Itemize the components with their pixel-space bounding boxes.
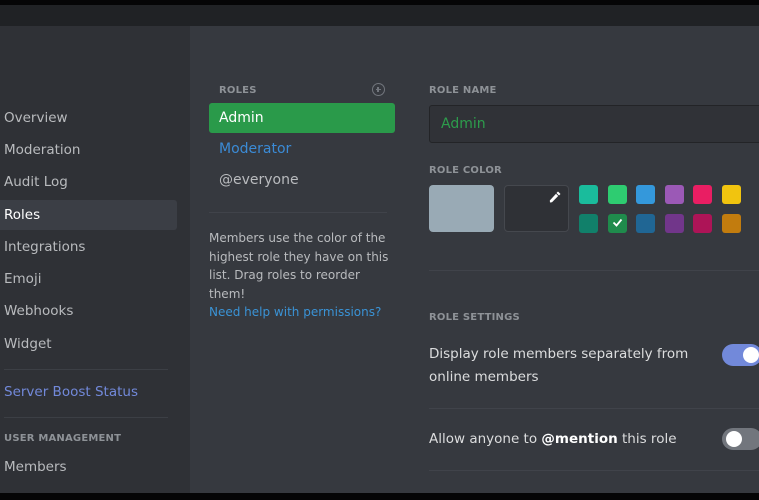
sidebar-item-widget[interactable]: Widget xyxy=(0,329,177,359)
role-name-label: ROLE NAME xyxy=(429,85,497,96)
user-management-header: USER MANAGEMENT xyxy=(4,433,122,444)
role-settings-label: ROLE SETTINGS xyxy=(429,312,520,323)
custom-color-picker[interactable] xyxy=(504,185,569,232)
sidebar-item-audit-log[interactable]: Audit Log xyxy=(0,167,177,197)
allow-mention-toggle[interactable] xyxy=(722,428,759,450)
sidebar-item-webhooks[interactable]: Webhooks xyxy=(0,296,177,326)
color-swatch[interactable] xyxy=(579,185,598,204)
sidebar-item-members[interactable]: Members xyxy=(0,452,177,482)
display-separately-toggle[interactable] xyxy=(722,344,759,366)
roles-divider xyxy=(209,212,387,213)
allow-mention-text-end: this role xyxy=(617,431,677,447)
sidebar-item-roles[interactable]: Roles xyxy=(0,200,177,230)
color-swatch[interactable] xyxy=(607,185,627,204)
toggle-knob xyxy=(743,347,759,363)
allow-mention-label: Allow anyone to @mention this role xyxy=(429,428,677,451)
toggle-knob xyxy=(726,431,742,447)
title-bar xyxy=(0,5,759,26)
screen-border-bottom xyxy=(0,493,759,500)
settings-divider xyxy=(429,408,759,409)
mention-keyword: @mention xyxy=(541,431,618,447)
sidebar-item-emoji[interactable]: Emoji xyxy=(0,264,177,294)
role-name-input[interactable] xyxy=(429,105,759,143)
color-swatch[interactable] xyxy=(579,213,598,233)
color-swatch[interactable] xyxy=(693,213,712,233)
role-item-moderator[interactable]: Moderator xyxy=(209,134,395,164)
color-swatch[interactable] xyxy=(664,213,684,233)
roles-header: ROLES xyxy=(219,85,257,96)
eyedropper-icon xyxy=(549,191,561,203)
role-item-admin[interactable]: Admin xyxy=(209,103,395,133)
color-swatch[interactable] xyxy=(693,185,712,204)
add-role-button[interactable] xyxy=(372,83,385,96)
sidebar-item-server-boost-status[interactable]: Server Boost Status xyxy=(0,377,177,407)
color-swatch[interactable] xyxy=(607,213,627,233)
color-swatch[interactable] xyxy=(636,185,655,204)
settings-sidebar: Overview Moderation Audit Log Roles Inte… xyxy=(0,26,190,493)
permissions-help-link[interactable]: Need help with permissions? xyxy=(209,305,381,319)
role-color-label: ROLE COLOR xyxy=(429,165,502,176)
settings-divider xyxy=(429,270,759,271)
color-swatch[interactable] xyxy=(721,213,741,233)
default-color-swatch[interactable] xyxy=(429,185,494,232)
sidebar-item-overview[interactable]: Overview xyxy=(0,103,177,133)
role-item-everyone[interactable]: @everyone xyxy=(209,165,395,195)
display-separately-label: Display role members separately from onl… xyxy=(429,346,689,385)
color-swatch[interactable] xyxy=(636,213,655,233)
checkmark-icon xyxy=(612,218,622,227)
allow-mention-text: Allow anyone to xyxy=(429,431,542,447)
settings-divider xyxy=(429,470,759,471)
sidebar-divider xyxy=(4,417,168,418)
color-swatch[interactable] xyxy=(721,185,741,204)
roles-help-text: Members use the color of the highest rol… xyxy=(209,231,389,301)
sidebar-item-moderation[interactable]: Moderation xyxy=(0,135,177,165)
sidebar-divider xyxy=(4,369,168,370)
sidebar-item-integrations[interactable]: Integrations xyxy=(0,232,177,262)
color-swatch[interactable] xyxy=(664,185,684,204)
